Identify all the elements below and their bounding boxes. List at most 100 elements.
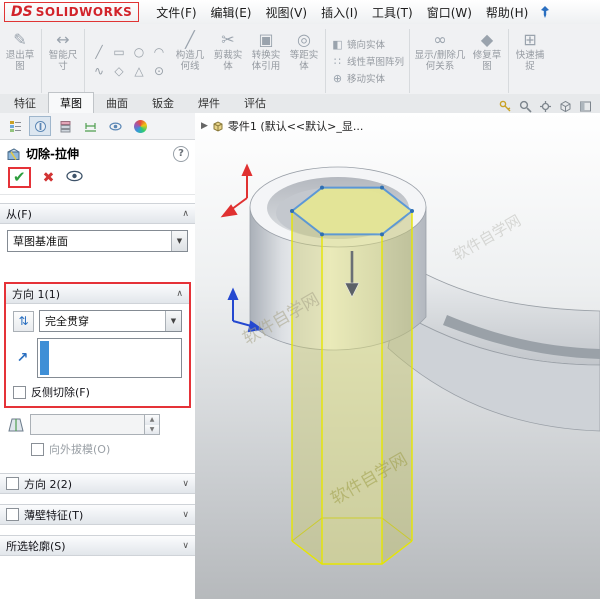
tab-sheet-metal[interactable]: 钣金 bbox=[140, 92, 186, 113]
offset-entities-button[interactable]: ◎ 等距实体 bbox=[285, 26, 323, 96]
menu-bar: DS SOLIDWORKS 文件(F) 编辑(E) 视图(V) 插入(I) 工具… bbox=[0, 0, 600, 25]
selected-contours-section-header[interactable]: 所选轮廓(S) ∨ bbox=[0, 535, 195, 556]
reverse-direction-button[interactable]: ⇅ bbox=[13, 310, 34, 332]
relations-icon: ∞ bbox=[433, 29, 447, 49]
spinner-up-icon: ▲ bbox=[145, 415, 159, 425]
expand-panel-icon[interactable] bbox=[579, 100, 592, 113]
key-icon[interactable] bbox=[499, 100, 512, 113]
tab-surfaces[interactable]: 曲面 bbox=[94, 92, 140, 113]
exit-sketch-button[interactable]: ✎ 退出草图 bbox=[1, 26, 39, 96]
tab-sketch[interactable]: 草图 bbox=[48, 92, 94, 113]
convert-entities-label: 转换实体引用 bbox=[251, 50, 281, 73]
menu-item-help[interactable]: 帮助(H) bbox=[479, 1, 535, 24]
ribbon-divider bbox=[41, 29, 42, 93]
menu-item-edit[interactable]: 编辑(E) bbox=[204, 1, 259, 24]
repair-sketch-button[interactable]: ◆ 修复草图 bbox=[468, 26, 506, 96]
direction-reference-icon: ↗ bbox=[16, 350, 29, 366]
tab-features[interactable]: 特征 bbox=[2, 92, 48, 113]
end-condition-dropdown[interactable]: 完全贯穿 ▼ bbox=[39, 310, 182, 332]
help-icon[interactable]: ? bbox=[173, 145, 189, 162]
convert-entities-button[interactable]: ▣ 转换实体引用 bbox=[247, 26, 285, 96]
flyout-tree-arrow-icon[interactable]: ▶ bbox=[201, 121, 208, 131]
from-section-label: 从(F) bbox=[6, 207, 32, 221]
chevron-up-icon: ∧ bbox=[176, 288, 183, 299]
solidworks-logo: DS SOLIDWORKS bbox=[4, 2, 140, 22]
tab-evaluate[interactable]: 评估 bbox=[232, 92, 278, 113]
thin-feature-section-header[interactable]: 薄壁特征(T) ∨ bbox=[0, 504, 195, 525]
display-manager-tab[interactable] bbox=[104, 116, 126, 136]
move-entities-button[interactable]: ⊕ 移动实体 bbox=[331, 71, 404, 86]
sketch-origin-triad-red bbox=[220, 163, 253, 218]
selection-strip bbox=[40, 341, 49, 375]
property-manager-panel: 切除-拉伸 ? ✔ ✖ 从(F) ∧ 草图基准面 ▼ 方向 1(1) ∧ ⇅ 完… bbox=[0, 113, 196, 599]
chevron-down-icon: ∨ bbox=[182, 540, 189, 551]
flip-side-checkbox[interactable] bbox=[13, 385, 26, 399]
property-manager-tab[interactable] bbox=[29, 116, 51, 136]
cancel-button[interactable]: ✖ bbox=[43, 170, 55, 186]
direction1-section-label: 方向 1(1) bbox=[12, 287, 61, 301]
polygon-tool-icon[interactable]: ◇ bbox=[110, 62, 128, 79]
move-entities-icon: ⊕ bbox=[332, 71, 343, 85]
ribbon-divider bbox=[325, 29, 326, 93]
spline-tool-icon[interactable]: ∿ bbox=[90, 62, 108, 79]
direction-reference-listbox[interactable] bbox=[37, 338, 182, 378]
pinwheel-icon bbox=[133, 119, 147, 133]
mirror-entities-icon: ◧ bbox=[332, 37, 343, 51]
ok-button[interactable]: ✔ bbox=[13, 169, 26, 186]
breadcrumb-text[interactable]: 零件1 (默认<<默认>_显... bbox=[228, 118, 363, 134]
cube-icon[interactable] bbox=[559, 100, 572, 113]
linear-pattern-label: 线性草图阵列 bbox=[347, 57, 405, 68]
direction1-highlight-box: 方向 1(1) ∧ ⇅ 完全贯穿 ▼ ↗ 反侧切除(F) bbox=[4, 282, 191, 408]
menu-item-tools[interactable]: 工具(T) bbox=[365, 1, 420, 24]
pattern-tools-group: ◧ 镜向实体 ∷ 线性草图阵列 ⊕ 移动实体 bbox=[328, 26, 407, 96]
smart-dimension-button[interactable]: ↔ 智能尺寸 bbox=[44, 26, 82, 96]
point-tool-icon[interactable]: ⊙ bbox=[150, 62, 168, 79]
direction2-section-header[interactable]: 方向 2(2) ∨ bbox=[0, 473, 195, 494]
gear-icon[interactable] bbox=[539, 100, 552, 113]
menu-item-view[interactable]: 视图(V) bbox=[259, 1, 315, 24]
end-condition-value: 完全贯穿 bbox=[45, 315, 89, 328]
feature-tree-tab[interactable] bbox=[4, 116, 26, 136]
direction1-section-header[interactable]: 方向 1(1) ∧ bbox=[6, 284, 189, 304]
thin-feature-checkbox[interactable] bbox=[6, 508, 19, 521]
linear-sketch-pattern-button[interactable]: ∷ 线性草图阵列 bbox=[331, 54, 405, 69]
mirror-entities-button[interactable]: ◧ 镜向实体 bbox=[331, 37, 404, 52]
repair-sketch-icon: ◆ bbox=[480, 29, 494, 49]
circle-tool-icon[interactable]: ○ bbox=[130, 43, 148, 60]
tab-weldments[interactable]: 焊件 bbox=[186, 92, 232, 113]
menu-item-file[interactable]: 文件(F) bbox=[149, 1, 203, 24]
from-section-header[interactable]: 从(F) ∧ bbox=[0, 203, 195, 224]
resources-tab[interactable] bbox=[129, 116, 151, 136]
display-delete-relations-button[interactable]: ∞ 显示/删除几何关系 bbox=[412, 26, 468, 96]
view-tools bbox=[499, 100, 600, 113]
smart-dimension-icon: ↔ bbox=[56, 29, 70, 49]
dimxpert-tab[interactable] bbox=[79, 116, 101, 136]
line-tool-icon[interactable]: ╱ bbox=[90, 43, 108, 60]
menu-item-window[interactable]: 窗口(W) bbox=[420, 1, 479, 24]
pushpin-icon[interactable] bbox=[539, 5, 551, 19]
configurations-tab[interactable] bbox=[54, 116, 76, 136]
start-condition-dropdown[interactable]: 草图基准面 ▼ bbox=[7, 230, 188, 252]
trim-entities-button[interactable]: ✂ 剪裁实体 bbox=[209, 26, 247, 96]
convert-entities-icon: ▣ bbox=[258, 29, 274, 49]
offset-entities-label: 等距实体 bbox=[289, 50, 319, 73]
menu-item-insert[interactable]: 插入(I) bbox=[314, 1, 365, 24]
draft-outward-checkbox bbox=[31, 442, 44, 456]
direction2-checkbox[interactable] bbox=[6, 477, 19, 490]
command-tab-bar: 特征 草图 曲面 钣金 焊件 评估 bbox=[0, 92, 600, 114]
magnifier-icon[interactable] bbox=[519, 100, 532, 113]
panel-tab-strip bbox=[0, 113, 195, 140]
arc-tool-icon[interactable]: ◠ bbox=[150, 43, 168, 60]
quick-snaps-button[interactable]: ⊞ 快速捕捉 bbox=[511, 26, 549, 96]
page-title: 切除-拉伸 bbox=[26, 147, 79, 161]
preview-eye-icon[interactable] bbox=[66, 170, 83, 185]
flip-side-label: 反侧切除(F) bbox=[31, 386, 90, 399]
ellipse-tool-icon[interactable]: △ bbox=[130, 62, 148, 79]
graphics-viewport[interactable]: ▶ 零件1 (默认<<默认>_显... 软件自学网 软件自学网 软件自学网 bbox=[195, 113, 600, 599]
chevron-down-icon: ∨ bbox=[182, 509, 189, 520]
direction1-section-body: ⇅ 完全贯穿 ▼ ↗ 反侧切除(F) bbox=[6, 304, 189, 406]
model-canvas[interactable]: 软件自学网 软件自学网 软件自学网 bbox=[195, 113, 600, 599]
construction-geometry-button[interactable]: ╱ 构造几何线 bbox=[171, 26, 209, 96]
rectangle-tool-icon[interactable]: ▭ bbox=[110, 43, 128, 60]
solidworks-window: DS SOLIDWORKS 文件(F) 编辑(E) 视图(V) 插入(I) 工具… bbox=[0, 0, 600, 599]
